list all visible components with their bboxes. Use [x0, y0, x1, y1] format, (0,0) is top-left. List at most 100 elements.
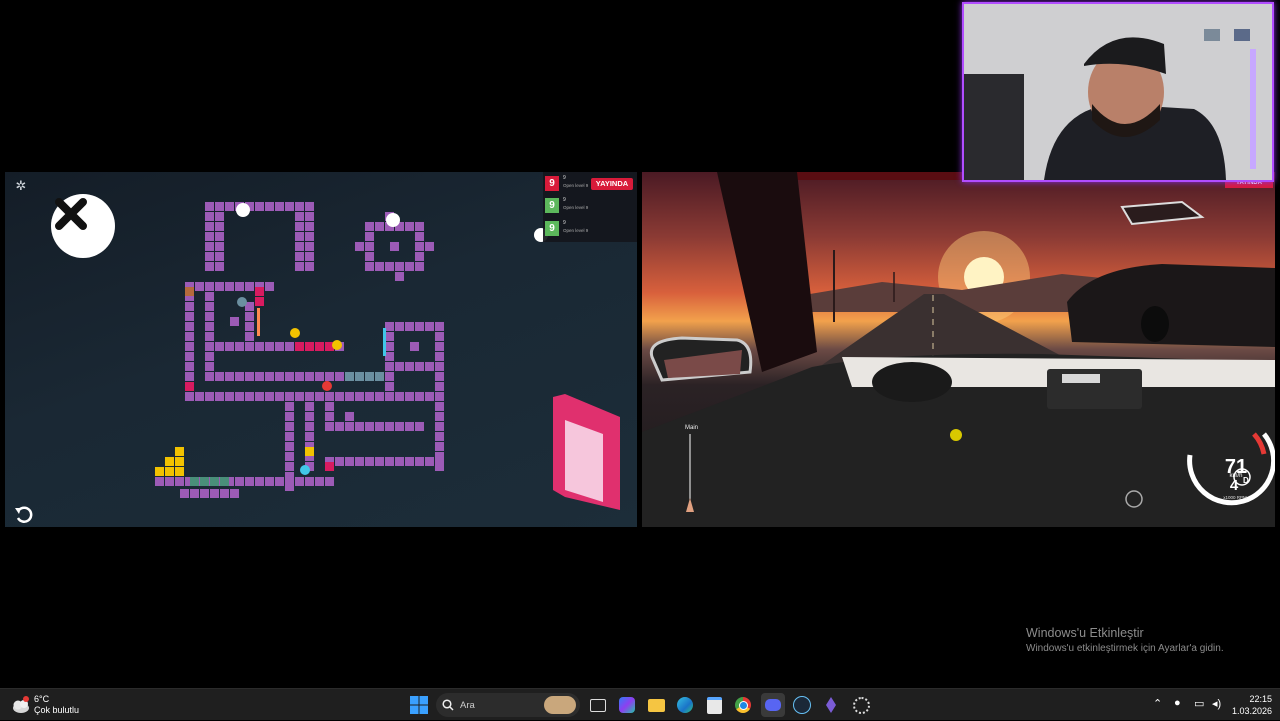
steam-icon[interactable] [790, 693, 814, 717]
maze-block [205, 212, 214, 221]
maze-block [395, 457, 404, 466]
maze-block [375, 262, 384, 271]
maze-block [395, 272, 404, 281]
chrome-icon[interactable] [731, 693, 755, 717]
maze-block [435, 382, 444, 391]
maze-block [435, 402, 444, 411]
maze-block [205, 342, 214, 351]
maze-block [205, 362, 214, 371]
maze-block [265, 342, 274, 351]
maze-block [305, 477, 314, 486]
maze-block [405, 457, 414, 466]
hazard-block [185, 382, 194, 391]
maze-block [435, 372, 444, 381]
undo-icon [15, 506, 33, 523]
maze-block [305, 372, 314, 381]
volume-icon[interactable]: ◂) [1212, 697, 1221, 710]
maze-block [365, 252, 374, 261]
maze-block [305, 252, 314, 261]
search-placeholder[interactable]: Ara [460, 700, 475, 711]
gear-icon[interactable]: ✲ [14, 179, 28, 193]
chat-username: 9 [563, 175, 566, 181]
maze-block [325, 372, 334, 381]
maze-block [245, 372, 254, 381]
cloud-icon [13, 696, 29, 713]
discord-icon[interactable] [761, 693, 785, 717]
obs-icon[interactable] [819, 693, 843, 717]
maze-block [295, 242, 304, 251]
close-icon [55, 198, 87, 230]
gold-block [305, 447, 314, 456]
maze-block [405, 262, 414, 271]
network-icon[interactable]: ▭ [1194, 697, 1204, 710]
maze-block [395, 262, 404, 271]
maze-block [235, 392, 244, 401]
maze-block [285, 392, 294, 401]
maze-block [225, 372, 234, 381]
maze-block [275, 202, 284, 211]
taskbar-search[interactable] [436, 693, 580, 717]
driving-scene [642, 172, 1275, 527]
maze-block [435, 432, 444, 441]
maze-block [215, 242, 224, 251]
maze-block [415, 362, 424, 371]
maze-block [215, 222, 224, 231]
chat-row: 9 9 Open level 9 [545, 196, 635, 216]
maze-block [200, 489, 209, 498]
maze-block [395, 392, 404, 401]
portal-blue [383, 328, 386, 356]
maze-block [245, 312, 254, 321]
hazard-block [315, 342, 324, 351]
weather-widget[interactable] [9, 694, 31, 716]
close-button[interactable] [51, 194, 115, 258]
edge-icon[interactable] [673, 693, 697, 717]
maze-block [255, 392, 264, 401]
maze-block [305, 222, 314, 231]
microphone-icon[interactable]: ● [1174, 697, 1181, 709]
maze-block [355, 242, 364, 251]
driving-game-panel[interactable]: YAYINDA Main 71 km/h 4 x1000 RPM D [642, 172, 1275, 527]
store-icon[interactable] [702, 693, 726, 717]
maze-block [305, 412, 314, 421]
chevron-up-icon[interactable]: ⌃ [1153, 697, 1162, 710]
maze-block [205, 222, 214, 231]
maze-block [385, 322, 394, 331]
maze-block [385, 382, 394, 391]
maze-block [205, 312, 214, 321]
maze-block [185, 342, 194, 351]
maze-block [205, 302, 214, 311]
settings-icon[interactable] [849, 693, 873, 717]
maze-bridge [375, 372, 384, 381]
maze-block [185, 392, 194, 401]
undo-button[interactable] [13, 502, 35, 524]
route-label: Main [685, 425, 699, 431]
maze-block [275, 477, 284, 486]
task-view-icon[interactable] [586, 693, 610, 717]
maze-block [415, 322, 424, 331]
maze-block [325, 422, 334, 431]
maze-platform [190, 477, 199, 486]
maze-block [390, 242, 399, 251]
m365-icon[interactable] [615, 693, 639, 717]
clock-date[interactable]: 1.03.2026 [1230, 706, 1272, 716]
maze-block [345, 422, 354, 431]
maze-block [305, 422, 314, 431]
maze-block [285, 342, 294, 351]
maze-platform [220, 477, 229, 486]
maze-block [215, 392, 224, 401]
maze-block [305, 212, 314, 221]
maze-block [405, 222, 414, 231]
spawn-marker [236, 203, 250, 217]
clock-time[interactable]: 22:15 [1236, 694, 1272, 704]
maze-block [365, 262, 374, 271]
maze-block [175, 477, 184, 486]
windows-start-icon[interactable] [407, 693, 431, 717]
file-explorer-icon[interactable] [644, 693, 668, 717]
maze-door [185, 287, 194, 296]
maze-block [245, 477, 254, 486]
maze-block [435, 457, 444, 466]
exit-door [553, 394, 620, 510]
gold-block [175, 447, 184, 456]
maze-block [395, 422, 404, 431]
maze-bridge [355, 372, 364, 381]
